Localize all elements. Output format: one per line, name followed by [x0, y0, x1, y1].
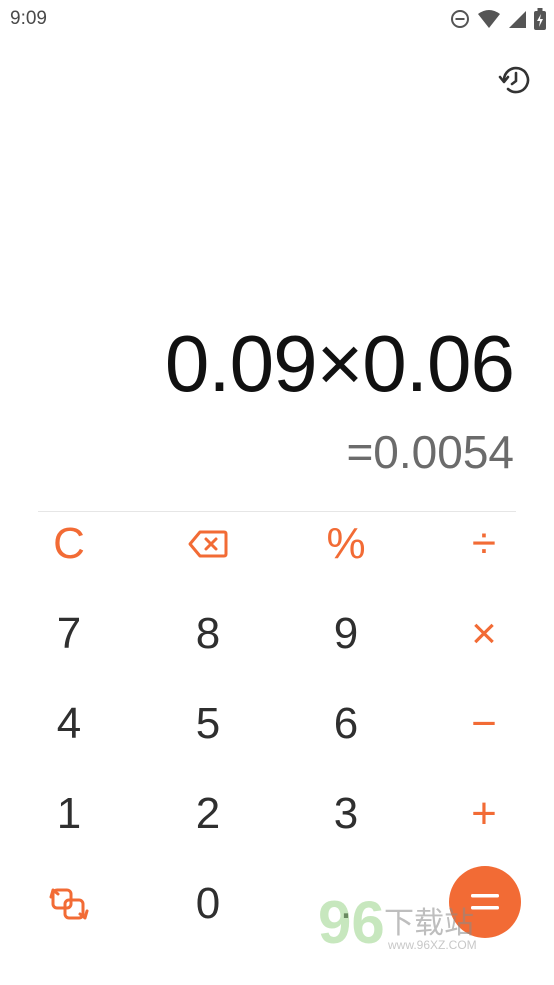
digit-label: 0 — [195, 879, 221, 928]
watermark-logo: 96 下载站 www.96XZ.COM — [318, 888, 498, 958]
plus-button[interactable]: + — [424, 774, 544, 854]
signal-icon — [508, 9, 526, 29]
watermark-digits: 96 — [318, 889, 385, 956]
digit-2-button[interactable]: 2 — [148, 774, 268, 854]
status-icons — [450, 8, 546, 30]
digit-label: 2 — [195, 789, 221, 838]
digit-3-button[interactable]: 3 — [286, 774, 406, 854]
digit-8-button[interactable]: 8 — [148, 594, 268, 674]
digit-label: 1 — [56, 789, 82, 838]
status-bar: 9:09 — [0, 0, 554, 38]
percent-button[interactable]: % — [286, 504, 406, 584]
digit-4-button[interactable]: 4 — [9, 684, 129, 764]
digit-6-button[interactable]: 6 — [286, 684, 406, 764]
plus-label: + — [471, 789, 497, 838]
digit-label: 5 — [195, 699, 221, 748]
clear-button[interactable]: C — [9, 504, 129, 584]
watermark-url: www.96XZ.COM — [388, 938, 477, 952]
mode-switch-button[interactable] — [9, 864, 129, 944]
minus-button[interactable]: − — [424, 684, 544, 764]
digit-9-button[interactable]: 9 — [286, 594, 406, 674]
clear-label: C — [53, 519, 85, 568]
digit-5-button[interactable]: 5 — [148, 684, 268, 764]
expression-display: 0.09×0.06 — [164, 319, 515, 408]
percent-label: % — [326, 519, 366, 568]
do-not-disturb-icon — [450, 9, 470, 29]
digit-7-button[interactable]: 7 — [9, 594, 129, 674]
divide-label: ÷ — [471, 519, 497, 568]
multiply-label: × — [471, 609, 497, 658]
result-display: =0.0054 — [346, 426, 514, 478]
history-button[interactable] — [497, 61, 535, 99]
digit-label: 7 — [56, 609, 82, 658]
status-time: 9:09 — [10, 8, 47, 29]
backspace-button[interactable] — [148, 504, 268, 584]
backspace-icon — [188, 530, 228, 558]
divide-button[interactable]: ÷ — [424, 504, 544, 584]
multiply-button[interactable]: × — [424, 594, 544, 674]
watermark-text: 下载站 — [384, 907, 474, 940]
digit-label: 6 — [333, 699, 359, 748]
digit-label: 9 — [333, 609, 359, 658]
minus-label: − — [471, 699, 497, 748]
digit-label: 3 — [333, 789, 359, 838]
digit-0-button[interactable]: 0 — [148, 864, 268, 944]
battery-charging-icon — [534, 8, 546, 30]
digit-1-button[interactable]: 1 — [9, 774, 129, 854]
digit-label: 8 — [195, 609, 221, 658]
mode-switch-icon — [49, 888, 89, 920]
wifi-icon — [478, 9, 500, 29]
history-icon — [498, 66, 530, 94]
digit-label: 4 — [56, 699, 82, 748]
